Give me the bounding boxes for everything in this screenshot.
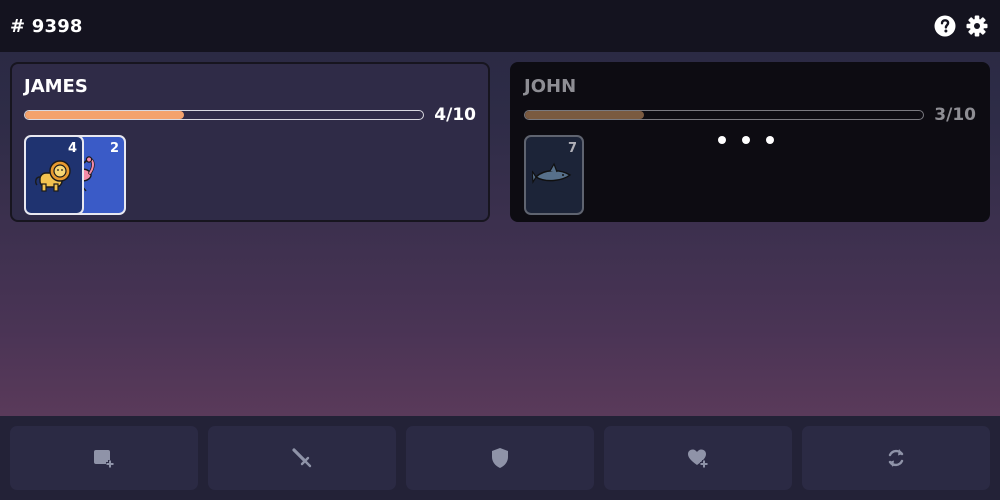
sword-icon xyxy=(290,446,314,470)
player-card[interactable]: 4 xyxy=(24,135,84,215)
opponent-panel: JOHN 3/10 7 xyxy=(510,62,990,222)
opponent-name: JOHN xyxy=(524,76,577,97)
swap-button[interactable] xyxy=(802,426,990,490)
defend-button[interactable] xyxy=(406,426,594,490)
opponent-progress-fill xyxy=(525,111,645,119)
card-value: 4 xyxy=(67,141,77,156)
thinking-dot xyxy=(766,136,774,144)
attack-button[interactable] xyxy=(208,426,396,490)
player-score: 4/10 xyxy=(434,105,476,125)
player-progress-row: 4/10 xyxy=(24,105,476,125)
help-icon[interactable] xyxy=(934,15,956,37)
card-value: 2 xyxy=(109,141,119,156)
card-value: 7 xyxy=(567,141,577,156)
gear-icon[interactable] xyxy=(966,15,988,37)
add-card-button[interactable] xyxy=(10,426,198,490)
player-progress-fill xyxy=(25,111,185,119)
opponent-card: 7 xyxy=(524,135,584,215)
opponent-hand: 7 xyxy=(524,135,976,215)
opponent-score: 3/10 xyxy=(934,105,976,125)
lion-icon xyxy=(35,160,71,192)
opponent-progress-bar xyxy=(524,110,925,120)
player-hand: 2 4 xyxy=(24,135,476,215)
heart-plus-icon xyxy=(686,446,710,470)
thinking-dot xyxy=(718,136,726,144)
action-bar xyxy=(0,416,1000,500)
opponent-thinking-indicator xyxy=(718,136,774,144)
heal-button[interactable] xyxy=(604,426,792,490)
player-progress-bar xyxy=(24,110,425,120)
top-bar: # 9398 xyxy=(0,0,1000,52)
player-panel: JAMES 4/10 2 4 xyxy=(10,62,490,222)
thinking-dot xyxy=(742,136,750,144)
refresh-icon xyxy=(884,446,908,470)
add-card-icon xyxy=(92,446,116,470)
shark-icon xyxy=(532,162,572,184)
room-id: # 9398 xyxy=(10,15,83,37)
opponent-progress-row: 3/10 xyxy=(524,105,976,125)
top-icons xyxy=(934,15,988,37)
player-name: JAMES xyxy=(24,76,88,97)
shield-icon xyxy=(488,446,512,470)
